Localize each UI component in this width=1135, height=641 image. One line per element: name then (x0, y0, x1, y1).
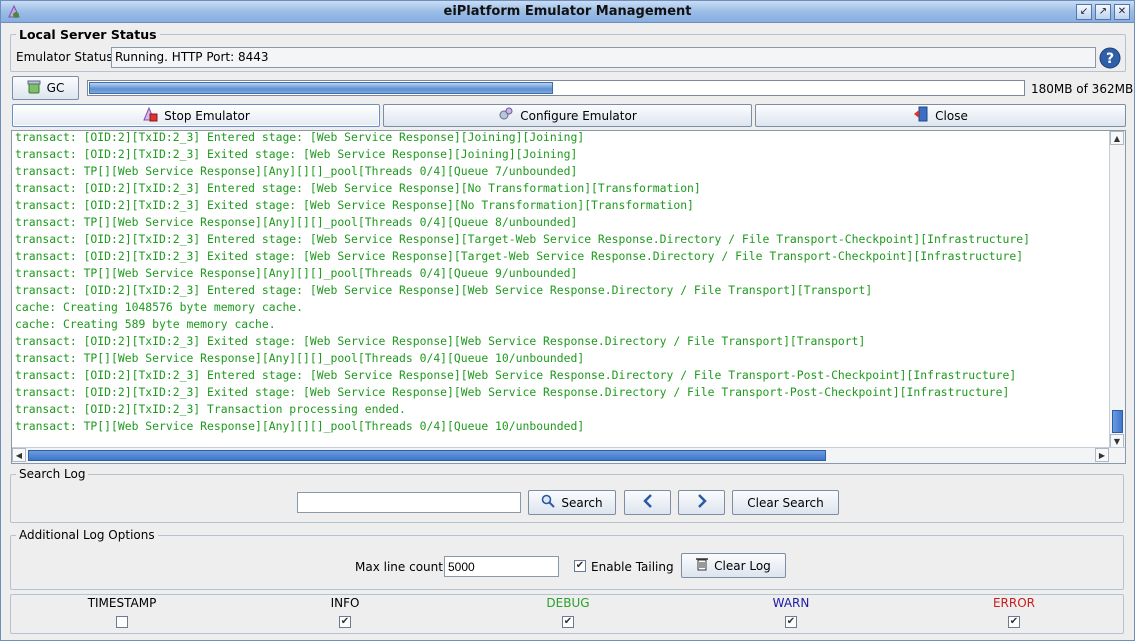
level-label-warn: WARN (772, 596, 810, 610)
scroll-down-icon[interactable]: ▼ (1110, 434, 1124, 448)
scroll-left-icon[interactable]: ◀ (12, 448, 26, 462)
memory-progress-fill (89, 82, 553, 94)
level-label-info: INFO (330, 596, 360, 610)
log-line: transact: [OID:2][TxID:2_3] Entered stag… (15, 181, 701, 195)
log-line: cache: Creating 589 byte memory cache. (15, 317, 276, 331)
log-line: transact: [OID:2][TxID:2_3] Exited stage… (15, 334, 866, 348)
emulator-status-label: Emulator Status: (16, 50, 117, 64)
close-window-icon[interactable]: ✕ (1114, 4, 1130, 20)
log-horizontal-scrollbar[interactable]: ◀ ▶ (12, 447, 1125, 463)
search-icon (541, 494, 556, 511)
log-line: transact: [OID:2][TxID:2_3] Transaction … (15, 402, 406, 416)
svg-text:?: ? (1106, 51, 1114, 67)
log-line: transact: TP[][Web Service Response][Any… (15, 266, 578, 280)
max-line-count-input[interactable] (444, 556, 559, 577)
previous-match-button[interactable] (624, 490, 671, 515)
memory-progress-bar (87, 80, 1025, 96)
scroll-up-icon[interactable]: ▲ (1110, 131, 1124, 145)
chevron-left-icon (642, 494, 654, 511)
chevron-right-icon (696, 494, 708, 511)
search-button[interactable]: Search (528, 490, 616, 515)
log-line: transact: [OID:2][TxID:2_3] Entered stag… (15, 232, 1030, 246)
log-line: cache: Creating 1048576 byte memory cach… (15, 300, 304, 314)
clear-log-button[interactable]: Clear Log (681, 553, 786, 578)
level-checkbox-warn[interactable]: ✔ (785, 616, 797, 628)
log-line: transact: TP[][Web Service Response][Any… (15, 215, 578, 229)
log-horizontal-scroll-thumb[interactable] (28, 450, 826, 461)
exit-door-icon (913, 106, 929, 125)
window-title: eiPlatform Emulator Management (443, 4, 692, 19)
search-label: Search (561, 495, 603, 510)
configure-emulator-label: Configure Emulator (520, 108, 637, 123)
gc-button[interactable]: GC (12, 76, 79, 100)
log-vertical-scroll-thumb[interactable] (1112, 410, 1123, 433)
log-line: transact: TP[][Web Service Response][Any… (15, 419, 585, 433)
log-line: transact: [OID:2][TxID:2_3] Exited stage… (15, 198, 694, 212)
log-options-group: Additional Log Options (10, 528, 1124, 590)
log-line: transact: [OID:2][TxID:2_3] Entered stag… (15, 368, 1017, 382)
max-line-count-label: Max line count: (355, 560, 447, 574)
log-line: transact: [OID:2][TxID:2_3] Exited stage… (15, 147, 578, 161)
level-label-debug: DEBUG (546, 596, 590, 610)
maximize-icon[interactable]: ↗ (1095, 4, 1111, 20)
level-checkbox-timestamp[interactable] (116, 616, 128, 628)
clear-search-label: Clear Search (747, 495, 824, 510)
log-line: transact: [OID:2][TxID:2_3] Exited stage… (15, 385, 1010, 399)
trash-icon (696, 557, 709, 574)
clear-search-button[interactable]: Clear Search (732, 490, 839, 515)
scroll-right-icon[interactable]: ▶ (1095, 448, 1109, 462)
stop-emulator-label: Stop Emulator (164, 108, 250, 123)
server-status-legend: Local Server Status (16, 27, 160, 42)
log-line: transact: [OID:2][TxID:2_3] Exited stage… (15, 249, 1024, 263)
log-vertical-scrollbar[interactable]: ▲ ▼ (1109, 131, 1125, 449)
level-checkbox-debug[interactable]: ✔ (562, 616, 574, 628)
log-lines: transact: [OID:2][TxID:2_3] Entered stag… (15, 130, 1030, 435)
close-label: Close (935, 108, 968, 123)
recycle-icon (27, 80, 41, 97)
emulator-status-field: Running. HTTP Port: 8443 (111, 47, 1096, 68)
level-label-timestamp: TIMESTAMP (87, 596, 157, 610)
log-options-legend: Additional Log Options (16, 528, 158, 542)
gears-icon (498, 106, 514, 125)
configure-emulator-button[interactable]: Configure Emulator (383, 104, 752, 127)
stop-emulator-button[interactable]: Stop Emulator (12, 104, 380, 127)
minimize-icon[interactable]: ↙ (1076, 4, 1092, 20)
help-icon[interactable]: ? (1099, 47, 1121, 69)
log-output-area[interactable]: transact: [OID:2][TxID:2_3] Entered stag… (11, 130, 1126, 464)
log-line: transact: [OID:2][TxID:2_3] Entered stag… (15, 130, 585, 144)
close-button[interactable]: Close (755, 104, 1126, 127)
memory-usage-text: 180MB of 362MB (1031, 82, 1134, 96)
search-input[interactable] (297, 492, 521, 513)
emulator-management-window: eiPlatform Emulator Management ↙ ↗ ✕ Loc… (0, 0, 1135, 641)
log-line: transact: [OID:2][TxID:2_3] Entered stag… (15, 283, 873, 297)
clear-log-label: Clear Log (714, 558, 771, 573)
next-match-button[interactable] (678, 490, 725, 515)
level-checkbox-error[interactable]: ✔ (1008, 616, 1020, 628)
title-bar[interactable]: eiPlatform Emulator Management ↙ ↗ ✕ (1, 1, 1134, 23)
gc-label: GC (46, 81, 65, 95)
level-checkbox-info[interactable]: ✔ (339, 616, 351, 628)
stop-icon (142, 106, 158, 125)
log-line: transact: TP[][Web Service Response][Any… (15, 164, 578, 178)
enable-tailing-label: Enable Tailing (591, 560, 674, 574)
level-label-error: ERROR (992, 596, 1036, 610)
enable-tailing-checkbox[interactable]: ✔ (574, 560, 586, 572)
log-line: transact: TP[][Web Service Response][Any… (15, 351, 585, 365)
search-log-legend: Search Log (16, 467, 89, 481)
